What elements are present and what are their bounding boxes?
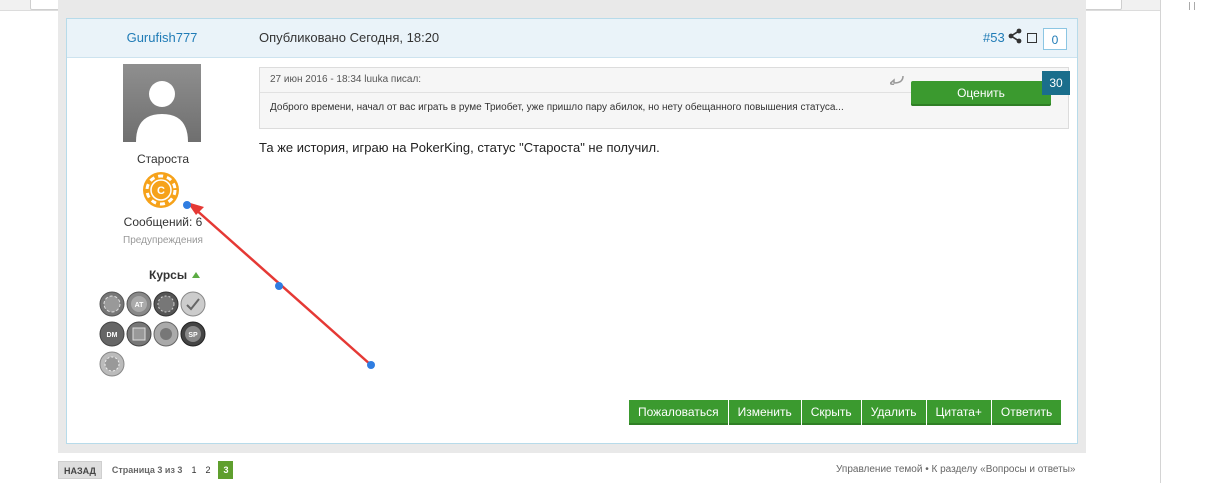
delete-button[interactable]: Удалить	[861, 400, 927, 425]
course-chip-icon[interactable]: SP	[180, 321, 206, 347]
quote-text: Доброго времени, начал от вас играть в р…	[270, 102, 844, 113]
course-chip-icon[interactable]	[180, 291, 206, 317]
quote-author: 27 июн 2016 - 18:34 luuka писал:	[270, 74, 422, 85]
avatar[interactable]	[123, 64, 201, 142]
chip-label: AT	[135, 302, 145, 309]
pagination: НАЗАД Страница 3 из 3 1 2 3	[58, 461, 234, 479]
post-header: Gurufish777 Опубликовано Сегодня, 18:20 …	[67, 19, 1077, 58]
rate-button[interactable]: Оценить	[911, 81, 1051, 106]
panel-grip-icon[interactable]	[1189, 2, 1195, 10]
reply-button[interactable]: Ответить	[991, 400, 1063, 425]
rank-badge-icon: C	[143, 172, 179, 208]
warnings-link[interactable]: Предупреждения	[67, 235, 259, 246]
triangle-up-icon	[192, 272, 201, 278]
courses-label: Курсы	[149, 268, 188, 282]
post-date: Опубликовано Сегодня, 18:20	[259, 30, 440, 45]
page-link-1[interactable]: 1	[191, 465, 196, 475]
course-chip-icon[interactable]: AT	[126, 291, 152, 317]
report-button[interactable]: Пожаловаться	[629, 400, 729, 425]
course-chip-icon[interactable]: DM	[99, 321, 125, 347]
chip-label: SP	[188, 332, 198, 339]
course-chip-icon[interactable]	[126, 321, 152, 347]
post-number-link[interactable]: #53	[983, 19, 1005, 57]
user-rank: Староста	[136, 152, 190, 166]
message-count: Сообщений: 6	[123, 215, 203, 229]
edit-button[interactable]: Изменить	[728, 400, 802, 425]
chip-label: DM	[107, 332, 118, 339]
share-icon[interactable]	[1007, 28, 1023, 44]
page-of-label: Страница 3 из 3	[111, 465, 183, 475]
course-chip-icon[interactable]	[99, 351, 125, 377]
course-chip-icon[interactable]	[153, 291, 179, 317]
post-actions: Пожаловаться Изменить Скрыть Удалить Цит…	[629, 400, 1063, 425]
course-chip-icon[interactable]	[153, 321, 179, 347]
hide-button[interactable]: Скрыть	[801, 400, 862, 425]
course-chip-icon[interactable]	[99, 291, 125, 317]
courses-toggle[interactable]: Курсы	[149, 268, 201, 282]
post-counter[interactable]: 0	[1043, 28, 1067, 50]
user-silhouette-icon	[136, 81, 188, 142]
select-checkbox[interactable]	[1027, 33, 1037, 43]
forum-post: Gurufish777 Опубликовано Сегодня, 18:20 …	[66, 18, 1078, 444]
back-button[interactable]: НАЗАД	[58, 461, 102, 479]
footer-links[interactable]: Управление темой • К разделу «Вопросы и …	[836, 464, 1075, 475]
author-link[interactable]: Gurufish777	[67, 19, 257, 57]
reply-arrow-icon[interactable]	[890, 75, 904, 85]
page-link-2[interactable]: 2	[205, 465, 210, 475]
side-panel	[1160, 0, 1221, 483]
badge-letter: C	[157, 185, 165, 197]
multiquote-button[interactable]: Цитата+	[926, 400, 992, 425]
rate-count-badge: 30	[1042, 71, 1070, 95]
page-current[interactable]: 3	[218, 461, 234, 479]
post-body: Та же история, играю на PokerKing, стату…	[259, 140, 660, 155]
